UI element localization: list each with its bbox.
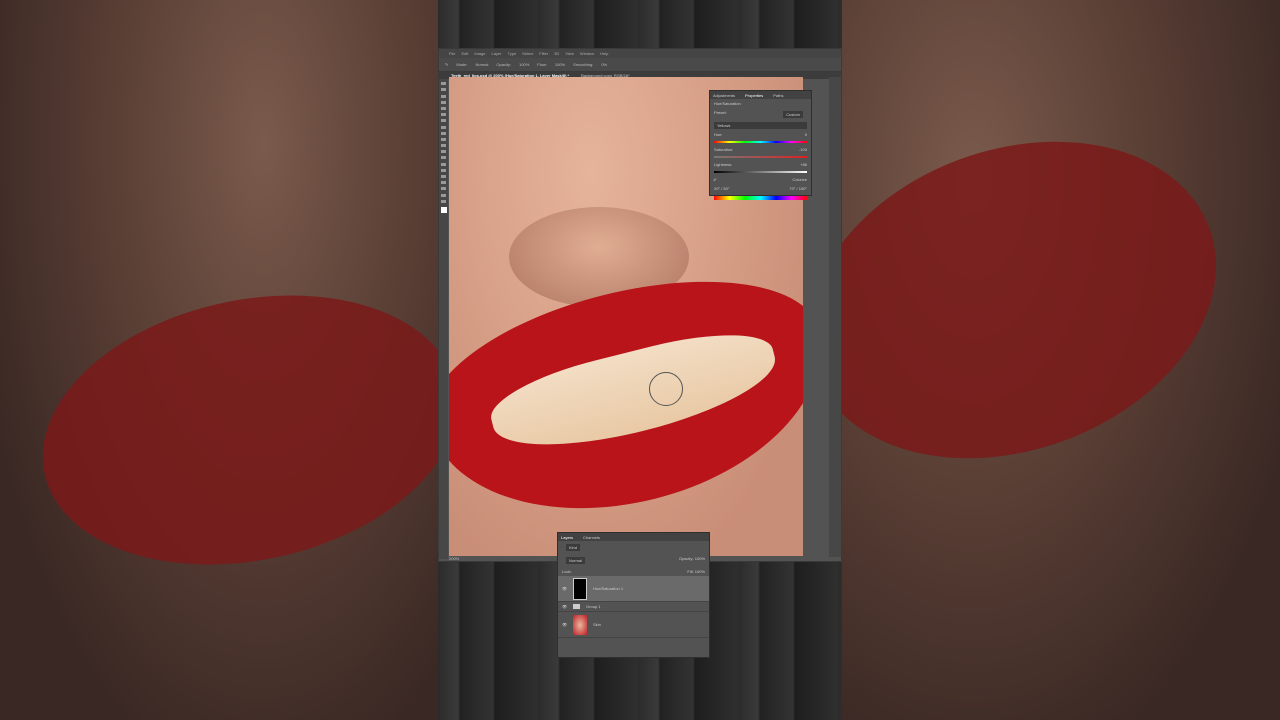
healing-tool-icon[interactable] [441, 119, 446, 123]
menu-3d[interactable]: 3D [554, 51, 559, 56]
menu-select[interactable]: Select [522, 51, 533, 56]
stamp-tool-icon[interactable] [441, 131, 446, 135]
menu-file[interactable]: File [449, 51, 455, 56]
opacity-label: Opacity: [678, 556, 694, 561]
eyedropper-icon[interactable]: ⁄⁄⁄ [714, 177, 716, 182]
move-tool-icon[interactable] [441, 82, 446, 86]
layer-name: Group 1 [586, 604, 601, 609]
opacity-label: Opacity: [496, 62, 512, 67]
menu-layer[interactable]: Layer [491, 51, 501, 56]
filter-kind-select[interactable]: Kind [566, 544, 581, 551]
marquee-tool-icon[interactable] [441, 88, 446, 92]
colorize-checkbox[interactable]: Colorize [792, 177, 807, 182]
tab-channels[interactable]: Channels [583, 535, 600, 540]
hue-value[interactable]: 0 [805, 132, 807, 137]
options-bar: ✎ Mode: Normal Opacity: 100% Flow: 100% Smo… [439, 58, 841, 72]
folder-icon [573, 604, 581, 609]
preset-select[interactable]: Custom [783, 111, 803, 118]
layer-name: Hue/Saturation 1 [593, 586, 624, 591]
menu-help[interactable]: Help [600, 51, 608, 56]
brush-cursor [649, 372, 683, 406]
crop-tool-icon[interactable] [441, 106, 446, 110]
eye-icon[interactable]: 👁 [562, 586, 567, 591]
fill-label: Fill: [687, 569, 694, 574]
eye-icon[interactable]: 👁 [562, 622, 567, 627]
lightness-label: Lightness: [714, 162, 733, 167]
blurred-background-left [0, 0, 483, 720]
pen-tool-icon[interactable] [441, 168, 446, 172]
shape-tool-icon[interactable] [441, 187, 446, 191]
layers-panel: Layers Channels Kind Normal Opacity: 100% … [557, 532, 710, 658]
mode-label: Mode: [456, 62, 468, 67]
flow-label: Flow: [537, 62, 547, 67]
brush-icon[interactable]: ✎ [445, 62, 448, 67]
quick-select-tool-icon[interactable] [441, 100, 446, 104]
layer-opacity[interactable]: 100% [695, 556, 705, 561]
menu-image[interactable]: Image [474, 51, 485, 56]
layer-row[interactable]: 👁 Hue/Saturation 1 [558, 576, 709, 602]
lock-label: Lock: [562, 569, 572, 574]
layer-fill[interactable]: 100% [695, 569, 705, 574]
saturation-value[interactable]: -100 [799, 147, 807, 152]
eraser-tool-icon[interactable] [441, 144, 446, 148]
blurred-background-right [763, 0, 1280, 720]
range-right: 70° / 100° [789, 186, 807, 191]
tab-paths[interactable]: Paths [773, 93, 783, 98]
adjustment-title: Hue/Saturation [714, 101, 741, 106]
tab-layers[interactable]: Layers [561, 535, 573, 540]
layer-name: Skin [593, 622, 601, 627]
menu-bar: File Edit Image Layer Type Select Filter 3D View… [439, 49, 841, 58]
hue-slider[interactable] [714, 141, 807, 143]
hand-tool-icon[interactable] [441, 193, 446, 197]
color-range-bar[interactable] [714, 196, 807, 200]
zoom-tool-icon[interactable] [441, 199, 446, 203]
smoothing-label: Smoothing: [573, 62, 594, 67]
menu-edit[interactable]: Edit [461, 51, 468, 56]
eye-icon[interactable]: 👁 [562, 604, 567, 609]
tab-properties[interactable]: Properties [745, 93, 763, 98]
dodge-tool-icon[interactable] [441, 162, 446, 166]
channel-select[interactable]: Yellows [714, 122, 807, 129]
lightness-slider[interactable] [714, 171, 807, 173]
path-select-tool-icon[interactable] [441, 181, 446, 185]
tab-adjustments[interactable]: Adjustments [713, 93, 735, 98]
brush-tool-icon[interactable] [441, 125, 446, 129]
range-left: 20° / 50° [714, 186, 730, 191]
smoothing-input[interactable]: 0% [601, 62, 607, 67]
saturation-slider[interactable] [714, 156, 807, 158]
type-tool-icon[interactable] [441, 175, 446, 178]
history-brush-tool-icon[interactable] [441, 137, 446, 141]
blend-mode-select[interactable]: Normal [566, 557, 585, 564]
layer-row[interactable]: 👁 Skin [558, 612, 709, 638]
properties-panel: Adjustments Properties Paths Hue/Saturatio… [709, 90, 812, 200]
tools-panel [439, 79, 448, 559]
lasso-tool-icon[interactable] [441, 94, 446, 98]
flow-input[interactable]: 100% [555, 62, 565, 67]
opacity-input[interactable]: 100% [519, 62, 529, 67]
menu-filter[interactable]: Filter [539, 51, 548, 56]
menu-window[interactable]: Window [580, 51, 594, 56]
layer-row[interactable]: 👁 Group 1 [558, 602, 709, 612]
lightness-value[interactable]: +86 [800, 162, 807, 167]
eyedropper-tool-icon[interactable] [441, 113, 446, 117]
layer-thumbnail [573, 614, 588, 635]
mode-select[interactable]: Normal [475, 62, 488, 67]
saturation-label: Saturation: [714, 147, 734, 152]
preset-label: Preset: [714, 110, 727, 115]
menu-type[interactable]: Type [508, 51, 517, 56]
color-swatch[interactable] [440, 206, 447, 213]
right-dock [829, 77, 841, 557]
hue-label: Hue: [714, 132, 723, 137]
layer-mask-thumbnail[interactable] [573, 577, 588, 600]
blur-tool-icon[interactable] [441, 156, 446, 160]
gradient-tool-icon[interactable] [441, 150, 446, 154]
menu-view[interactable]: View [565, 51, 574, 56]
zoom-status: 200% [449, 556, 460, 561]
